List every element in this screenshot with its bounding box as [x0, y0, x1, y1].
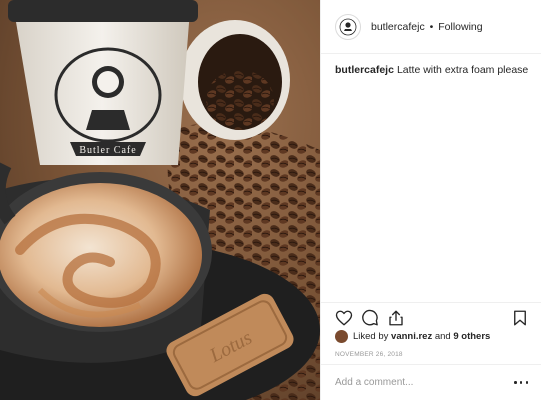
comment-box	[321, 364, 541, 400]
post-timestamp[interactable]: NOVEMBER 26, 2018	[335, 351, 403, 358]
post-photo[interactable]: Butler Cafe Lotus	[0, 0, 320, 400]
comment-icon[interactable]	[361, 309, 379, 327]
bean-cup	[180, 20, 290, 140]
likes-summary: Liked by vanni.rez and 9 others	[335, 330, 490, 343]
butler-logo-icon	[339, 18, 357, 35]
post-header: butlercafejc • Following	[321, 0, 541, 54]
bookmark-icon[interactable]	[511, 309, 529, 327]
author-username[interactable]: butlercafejc	[371, 21, 425, 33]
likes-conjunction: and	[434, 331, 451, 342]
comment-input[interactable]	[335, 377, 514, 388]
header-separator: •	[429, 20, 434, 33]
latte-photo-illustration: Butler Cafe Lotus	[0, 0, 320, 400]
likes-prefix: Liked by	[353, 331, 389, 342]
action-bar	[321, 302, 541, 332]
more-options-icon[interactable]	[514, 377, 528, 389]
heart-icon[interactable]	[335, 309, 353, 327]
liker-username[interactable]: vanni.rez	[391, 331, 432, 342]
cup-brand-text: Butler Cafe	[79, 145, 136, 156]
post-sidebar: butlercafejc • Following butlercafejc Lat…	[320, 0, 541, 400]
instagram-post: Butler Cafe Lotus butlercafejc • Followi…	[0, 0, 541, 400]
paper-cup: Butler Cafe	[8, 0, 198, 165]
caption-username[interactable]: butlercafejc	[335, 64, 394, 76]
post-caption: butlercafejc Latte with extra foam please	[321, 54, 541, 292]
caption-text: Latte with extra foam please	[396, 64, 529, 76]
follow-status-button[interactable]: Following	[438, 21, 482, 33]
share-icon[interactable]	[387, 309, 405, 327]
author-avatar[interactable]	[335, 13, 361, 40]
likes-others-link[interactable]: 9 others	[453, 331, 490, 342]
liker-avatar[interactable]	[335, 330, 348, 343]
